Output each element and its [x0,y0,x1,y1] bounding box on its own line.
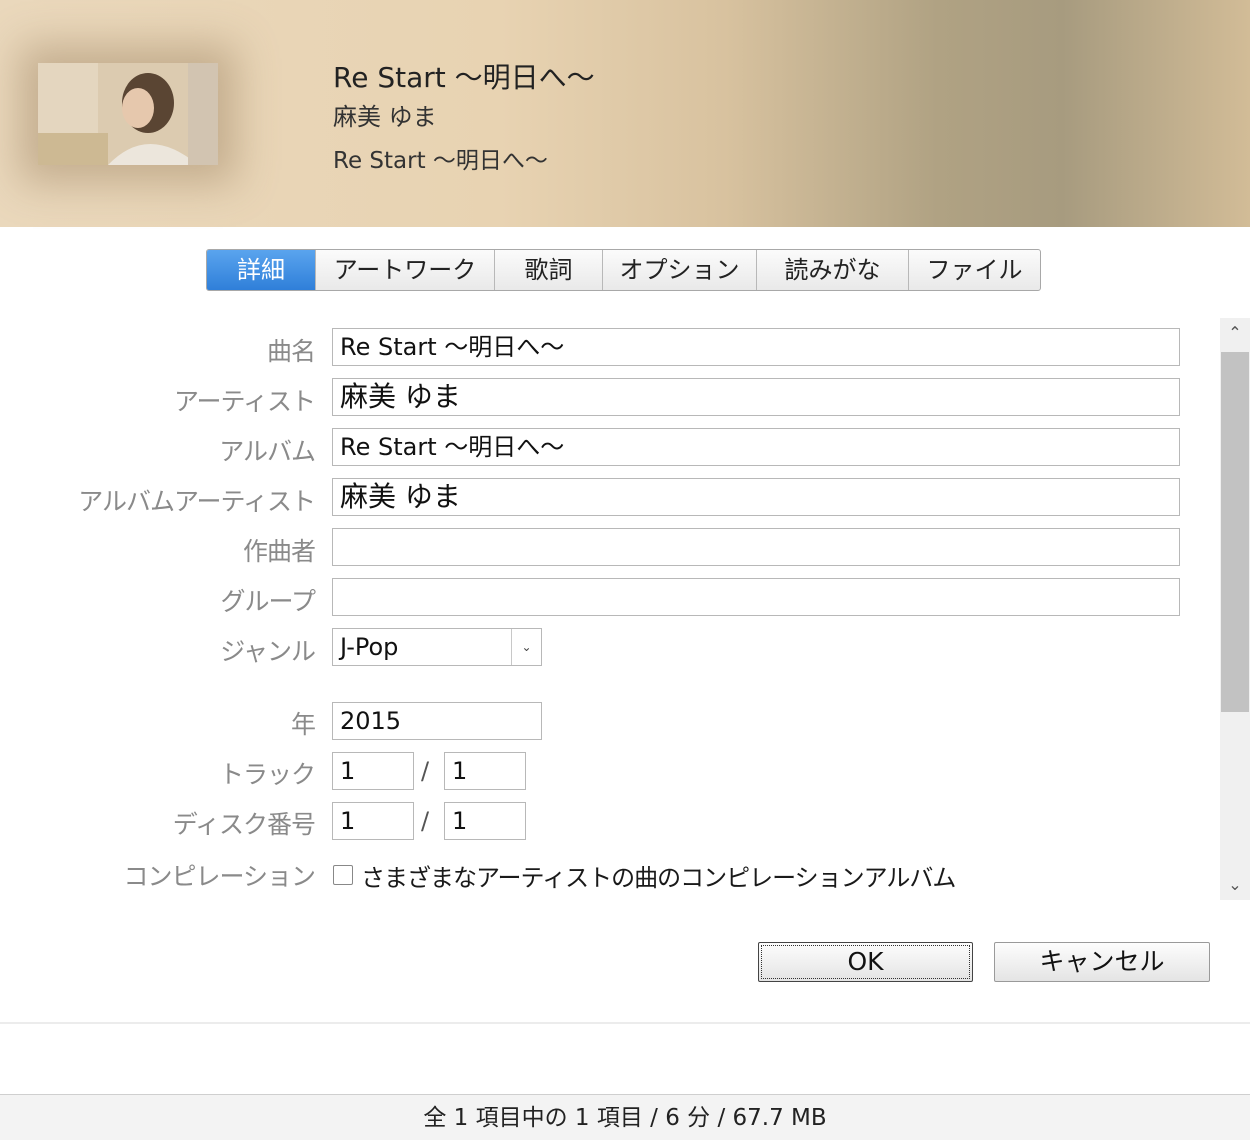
disc-total-field[interactable]: 1 [444,802,526,840]
genre-label: ジャンル [220,637,316,666]
disc-separator: / [421,807,430,835]
genre-select[interactable]: J-Pop ⌄ [332,628,542,666]
ok-button[interactable]: OK [758,942,973,982]
chevron-up-icon[interactable]: ⌃ [1220,318,1250,348]
status-text: 全 1 項目中の 1 項目 / 6 分 / 67.7 MB [423,1105,827,1131]
header-album: Re Start 〜明日へ〜 [333,148,548,174]
tab-details[interactable]: 詳細 [207,250,316,290]
grouping-field[interactable] [332,578,1180,616]
song-name-label: 曲名 [266,337,316,366]
compilation-label: コンピレーション [123,862,316,891]
header-artist: 麻美 ゆま [333,103,437,131]
tab-options[interactable]: オプション [603,250,757,290]
composer-label: 作曲者 [242,537,316,566]
album-field[interactable]: Re Start 〜明日へ〜 [332,428,1180,466]
tab-artwork[interactable]: アートワーク [316,250,495,290]
artist-label: アーティスト [173,387,316,416]
compilation-checkbox[interactable] [333,865,353,885]
compilation-checkbox-label[interactable]: さまざまなアーティストの曲のコンピレーションアルバム [361,858,956,893]
album-artist-field[interactable]: 麻美 ゆま [332,478,1180,516]
disc-label: ディスク番号 [172,810,316,839]
scrollbar-thumb[interactable] [1221,352,1249,712]
chevron-down-icon[interactable]: ⌄ [1220,870,1250,900]
tab-bar: 詳細 アートワーク 歌詞 オプション 読みがな ファイル [206,249,1041,291]
track-info-header: Re Start 〜明日へ〜 麻美 ゆま Re Start 〜明日へ〜 [0,0,1250,227]
grouping-label: グループ [220,587,316,616]
cancel-button[interactable]: キャンセル [994,942,1210,982]
tab-file[interactable]: ファイル [909,250,1040,290]
album-label: アルバム [219,437,316,466]
tab-lyrics[interactable]: 歌詞 [495,250,603,290]
tab-sorting[interactable]: 読みがな [757,250,909,290]
genre-selected-value: J-Pop [340,633,399,661]
album-artist-label: アルバムアーティスト [78,487,316,516]
artist-field[interactable]: 麻美 ゆま [332,378,1180,416]
header-song-title: Re Start 〜明日へ〜 [333,61,595,94]
track-number-field[interactable]: 1 [332,752,414,790]
track-total-field[interactable]: 1 [444,752,526,790]
year-label: 年 [290,710,316,739]
track-label: トラック [218,760,316,789]
status-bar: 全 1 項目中の 1 項目 / 6 分 / 67.7 MB [0,1094,1250,1140]
chevron-down-icon[interactable]: ⌄ [511,629,541,665]
track-separator: / [421,757,430,785]
disc-number-field[interactable]: 1 [332,802,414,840]
form-scrollbar[interactable]: ⌃ ⌄ [1220,318,1250,900]
song-name-field[interactable]: Re Start 〜明日へ〜 [332,328,1180,366]
year-field[interactable]: 2015 [332,702,542,740]
divider [0,1022,1250,1024]
album-artwork [38,63,218,165]
composer-field[interactable] [332,528,1180,566]
